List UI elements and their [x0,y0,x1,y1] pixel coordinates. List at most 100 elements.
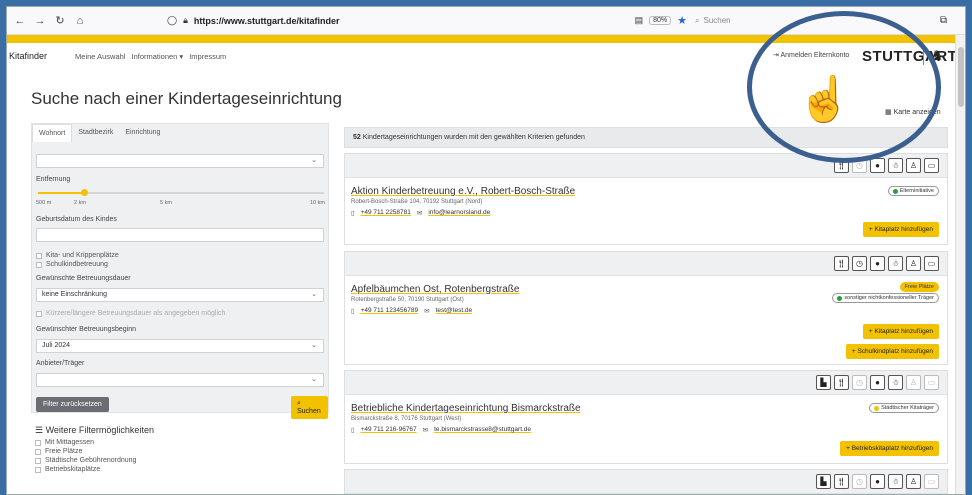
checkbox[interactable] [36,310,42,317]
back-icon[interactable]: ← [13,15,27,27]
chevron-down-icon: ⌄ [311,342,317,349]
clock-filled-icon[interactable]: ● [870,474,885,489]
check-kita[interactable]: Kita- und Krippenplätze [36,252,119,259]
child-icon[interactable]: ☃ [888,158,903,173]
email-link[interactable]: test@test.de [436,307,473,315]
check-school[interactable]: Schulkindbetreuung [36,261,108,268]
checkbox[interactable] [36,261,42,268]
clock-icon[interactable]: ◷ [852,256,867,271]
meal-icon[interactable]: 🍴︎ [834,256,849,271]
meal-icon[interactable]: 🍴︎ [834,474,849,489]
pointing-hand-icon: ☝ [797,75,852,124]
check-free-places[interactable]: Freie Plätze [35,448,82,455]
feature-icons: ▙ 🍴︎ ◷ ● ☃ ♙ ▭ [345,371,947,395]
checkbox[interactable] [36,252,42,259]
birthdate-input[interactable] [36,228,324,242]
zoom-level[interactable]: 80% [649,16,672,25]
check-company-places[interactable]: Betriebskitaplätze [35,466,100,473]
filter-panel: Wohnort Stadtbezirk Einrichtung ⌄ Entfer… [31,123,329,494]
contacts: ▯ +49 711 216-96767 ✉ te.bismarckstrasse8@… [351,426,941,434]
clock-filled-icon[interactable]: ● [870,256,885,271]
person-icon[interactable]: ♙ [906,375,921,390]
filter-box: Wohnort Stadtbezirk Einrichtung ⌄ Entfer… [31,123,329,419]
tab-facility[interactable]: Einrichtung [119,124,166,142]
contacts: ▯ +49 711 2258781 ✉ info@learnorsland.de [351,209,941,217]
status-dot [892,188,898,194]
provider-select[interactable]: ⌄ [36,373,324,387]
meal-icon[interactable]: 🍴︎ [834,375,849,390]
start-select[interactable]: Juli 2024 ⌄ [36,339,324,353]
residence-select[interactable]: ⌄ [36,154,324,168]
chevron-down-icon: ⌄ [311,376,317,383]
person-icon[interactable]: ♙ [906,474,921,489]
nav-information[interactable]: Informationen ▾ [131,52,183,61]
tab-residence[interactable]: Wohnort [32,124,73,142]
facility-name[interactable]: Aktion Kinderbetreuung e.V., Robert-Bosc… [351,186,941,197]
slider-handle[interactable] [80,189,88,196]
search-icon: ⌕ [695,15,700,25]
reader-icon[interactable]: ▤ [635,15,644,26]
clock-icon[interactable]: ◷ [852,474,867,489]
home-icon[interactable]: ⌂ [73,15,87,27]
check-lunch[interactable]: Mit Mittagessen [35,439,94,446]
extensions-icon[interactable]: ⧉ [940,15,947,26]
reload-icon[interactable]: ↻ [53,14,67,27]
facility-name[interactable]: Betriebliche Kindertageseinrichtung Bism… [351,403,941,414]
tab-district[interactable]: Stadtbezirk [72,124,119,142]
tick-label: 2 km [74,200,86,206]
child-icon[interactable]: ☃ [888,256,903,271]
nav-my-selection[interactable]: Meine Auswahl [75,52,125,61]
child-icon[interactable]: ☃ [888,474,903,489]
checkbox[interactable] [35,466,41,473]
reset-filter-button[interactable]: Filter zurücksetzen [36,397,109,412]
address-bar[interactable]: ◯ 🔒︎ https://www.stuttgart.de/kitafinder… [167,12,687,30]
phone-icon: ▯ [351,210,355,217]
clock-filled-icon[interactable]: ● [870,158,885,173]
add-school-button[interactable]: + Schulkindplatz hinzufügen [845,344,939,359]
building-icon[interactable]: ▙ [816,375,831,390]
lock-icon: 🔒︎ [183,15,188,25]
chat-icon[interactable]: ▭ [924,158,939,173]
person-icon[interactable]: ♙ [906,158,921,173]
child-icon[interactable]: ☃ [888,375,903,390]
forward-icon[interactable]: → [33,15,47,27]
person-icon[interactable]: ♙ [906,256,921,271]
email-link[interactable]: info@learnorsland.de [428,209,490,217]
chevron-down-icon: ⌄ [311,157,317,164]
phone-link[interactable]: +49 711 123456789 [361,307,419,315]
distance-slider[interactable] [38,189,324,196]
mail-icon: ✉ [424,308,430,315]
building-icon[interactable]: ▙ [816,474,831,489]
filter-tabs: Wohnort Stadtbezirk Einrichtung [32,124,328,142]
phone-link[interactable]: +49 711 216-96767 [361,426,417,434]
add-company-kita-button[interactable]: + Betriebskitaplatz hinzufügen [840,441,939,456]
scroll-thumb[interactable] [958,47,964,107]
email-link[interactable]: te.bismarckstrasse8@stuttgart.de [434,426,531,434]
card-body: Betriebliche Kindertageseinrichtung Bism… [345,395,947,456]
phone-link[interactable]: +49 711 2258781 [361,209,411,217]
checkbox[interactable] [35,457,41,464]
bookmark-star-icon[interactable]: ★ [677,14,687,27]
clock-icon[interactable]: ◷ [852,375,867,390]
clock-filled-icon[interactable]: ● [870,375,885,390]
chat-icon[interactable]: ▭ [924,256,939,271]
add-kita-button[interactable]: + Kitaplatz hinzufügen [862,222,939,237]
check-duration-flex[interactable]: Kürzere/längere Betreuungsdauer als ange… [36,310,225,317]
slider-fill [38,192,84,194]
more-filters-title[interactable]: ☰ Weitere Filtermöglichkeiten [35,425,154,436]
search-button[interactable]: ⌕ Suchen [291,396,328,419]
status-dot [874,405,880,411]
checkbox[interactable] [35,448,41,455]
distance-label: Entfernung [36,176,71,183]
facility-address: Robert-Bosch-Straße 104, 70192 Stuttgart… [351,199,483,205]
add-kita-button[interactable]: + Kitaplatz hinzufügen [862,324,939,339]
chat-icon[interactable]: ▭ [924,375,939,390]
page-scrollbar[interactable] [955,35,965,494]
nav-imprint[interactable]: Impressum [189,52,226,61]
sliders-icon: ☰ [35,425,46,435]
site-brand[interactable]: Kitafinder [9,51,47,61]
checkbox[interactable] [35,439,41,446]
chat-icon[interactable]: ▭ [924,474,939,489]
duration-select[interactable]: keine Einschränkung ⌄ [36,288,324,302]
check-fee-schedule[interactable]: Städtische Gebührenordnung [35,457,136,464]
